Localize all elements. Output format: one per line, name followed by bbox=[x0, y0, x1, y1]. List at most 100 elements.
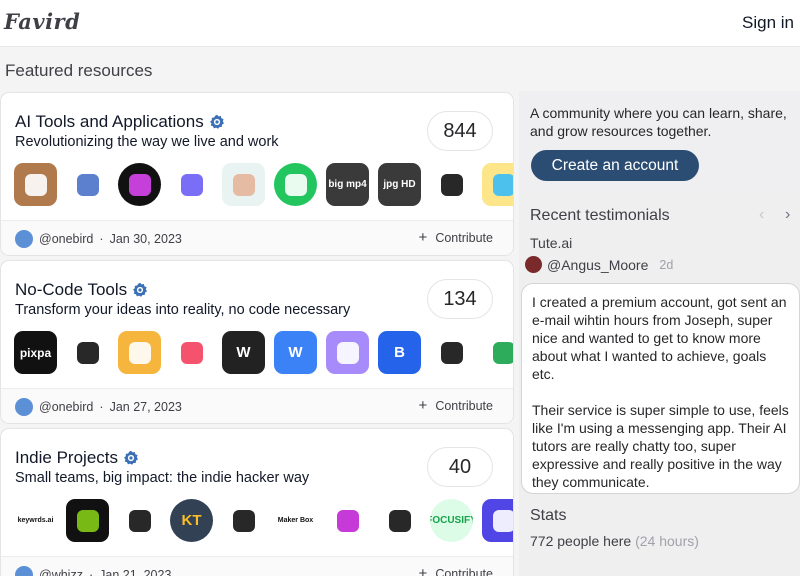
separator-dot-icon: · bbox=[99, 232, 104, 246]
big-mp4-icon[interactable]: big mp4 bbox=[326, 163, 369, 206]
avatar bbox=[15, 566, 33, 576]
focusify-bolt-icon[interactable]: FOCUSIFY bbox=[430, 499, 473, 542]
keywrds-ai-icon[interactable]: keywrds.ai bbox=[14, 499, 57, 542]
contribute-label: Contribute bbox=[435, 399, 493, 413]
contribute-button[interactable]: + Contribute bbox=[418, 565, 493, 576]
card-subtitle: Revolutionizing the way we live and work bbox=[15, 134, 279, 150]
card-subtitle: Small teams, big impact: the indie hacke… bbox=[15, 470, 310, 486]
card-footer: @onebird · Jan 27, 2023 + Contribute bbox=[1, 388, 513, 423]
card-title[interactable]: No-Code Tools bbox=[15, 280, 148, 300]
mountain-m-icon[interactable] bbox=[118, 499, 161, 542]
icon-label: big mp4 bbox=[328, 178, 367, 190]
card-subtitle: Transform your ideas into reality, no co… bbox=[15, 302, 351, 318]
community-tagline: A community where you can learn, share, … bbox=[530, 105, 787, 139]
resource-card[interactable]: No-Code Tools Transform your ideas into r… bbox=[0, 260, 514, 424]
maker-box-icon[interactable]: Maker Box bbox=[274, 499, 317, 542]
icon-label: pixpa bbox=[19, 345, 52, 360]
broken-link-icon[interactable] bbox=[430, 331, 473, 374]
separator-dot-icon: · bbox=[88, 568, 94, 576]
testimonial-username: @Angus_Moore bbox=[547, 256, 649, 273]
webflow-w-icon[interactable]: W bbox=[222, 331, 265, 374]
resource-card[interactable]: Indie Projects Small teams, big impact: t… bbox=[0, 428, 514, 576]
icon-label: W bbox=[288, 344, 303, 361]
card-title[interactable]: AI Tools and Applications bbox=[15, 112, 225, 132]
pinwheel-icon[interactable] bbox=[170, 331, 213, 374]
green-face-icon[interactable] bbox=[274, 163, 317, 206]
post-date: Jan 30, 2023 bbox=[109, 232, 182, 246]
chain-link-icon[interactable] bbox=[482, 499, 513, 542]
contribute-label: Contribute bbox=[435, 567, 493, 576]
wave-chart-icon[interactable] bbox=[66, 163, 109, 206]
avatar bbox=[525, 256, 542, 273]
separator-dot-icon: · bbox=[99, 400, 104, 414]
app-screens-icon[interactable] bbox=[326, 331, 369, 374]
resource-count-badge[interactable]: 40 bbox=[427, 447, 493, 487]
card-author[interactable]: @whizz · Jan 21, 2023 bbox=[15, 566, 171, 576]
logo[interactable]: Favird bbox=[4, 9, 80, 34]
testimonial-age: 2d bbox=[659, 257, 674, 272]
lightning-icon[interactable] bbox=[118, 331, 161, 374]
card-footer: @onebird · Jan 30, 2023 + Contribute bbox=[1, 220, 513, 255]
magenta-blob-icon[interactable] bbox=[326, 499, 369, 542]
author-name: @whizz bbox=[39, 568, 83, 576]
wix-w-icon[interactable]: W bbox=[274, 331, 317, 374]
pixpa-icon[interactable]: pixpa bbox=[14, 331, 57, 374]
card-title[interactable]: Indie Projects bbox=[15, 448, 139, 468]
resource-card[interactable]: AI Tools and Applications Revolutionizing… bbox=[0, 92, 514, 256]
stats-people: 772 people here bbox=[530, 533, 632, 549]
paint-brush-icon[interactable] bbox=[118, 163, 161, 206]
resource-count-badge[interactable]: 844 bbox=[427, 111, 493, 151]
sign-in-link[interactable]: Sign in bbox=[742, 13, 794, 33]
stats-line: 772 people here (24 hours) bbox=[530, 533, 699, 549]
green-gear-icon[interactable] bbox=[66, 499, 109, 542]
card-footer: @whizz · Jan 21, 2023 + Contribute bbox=[1, 556, 513, 576]
stats-heading: Stats bbox=[530, 507, 567, 524]
resource-icons: keywrds.ai KT Maker Box FOCUSIFY bbox=[14, 499, 513, 542]
portrait-photo-icon[interactable] bbox=[14, 163, 57, 206]
plus-icon: + bbox=[418, 229, 428, 246]
testimonial-text: I created a premium account, got sent an… bbox=[532, 294, 787, 382]
verified-badge-icon bbox=[209, 114, 224, 129]
resource-count-badge[interactable]: 134 bbox=[427, 279, 493, 319]
post-date: Jan 21, 2023 bbox=[99, 568, 172, 576]
bookmark-b-icon[interactable]: B bbox=[378, 331, 421, 374]
card-title-text: Indie Projects bbox=[15, 448, 118, 467]
icon-label: W bbox=[236, 344, 251, 361]
top-bar: Favird Sign in bbox=[0, 0, 800, 47]
anime-character-icon[interactable] bbox=[482, 163, 513, 206]
testimonial-source[interactable]: Tute.ai bbox=[530, 235, 572, 251]
plus-icon: + bbox=[418, 565, 428, 576]
bird-bicycle-icon[interactable] bbox=[378, 499, 421, 542]
circles-logo-icon[interactable] bbox=[66, 331, 109, 374]
resource-icons: big mp4 jpg HD bbox=[14, 163, 513, 206]
sidebar: A community where you can learn, share, … bbox=[519, 91, 800, 576]
avatar bbox=[15, 398, 33, 416]
card-author[interactable]: @onebird · Jan 30, 2023 bbox=[15, 230, 182, 248]
contribute-label: Contribute bbox=[435, 231, 493, 245]
contribute-button[interactable]: + Contribute bbox=[418, 229, 493, 246]
testimonial-author[interactable]: @Angus_Moore 2d bbox=[525, 256, 673, 273]
recent-testimonials-heading: Recent testimonials bbox=[530, 207, 670, 224]
card-title-text: No-Code Tools bbox=[15, 280, 128, 299]
plus-icon: + bbox=[418, 397, 428, 414]
stats-period: (24 hours) bbox=[635, 533, 699, 549]
green-swoosh-icon[interactable] bbox=[482, 331, 513, 374]
jpg-hd-icon[interactable]: jpg HD bbox=[378, 163, 421, 206]
kt-logo-icon[interactable]: KT bbox=[170, 499, 213, 542]
author-name: @onebird bbox=[39, 232, 94, 246]
contribute-button[interactable]: + Contribute bbox=[418, 397, 493, 414]
icon-label: KT bbox=[181, 512, 202, 529]
eraser-icon[interactable] bbox=[430, 163, 473, 206]
purple-shape-icon[interactable] bbox=[170, 163, 213, 206]
avatar bbox=[15, 230, 33, 248]
chevron-right-icon[interactable]: › bbox=[785, 206, 790, 224]
author-name: @onebird bbox=[39, 400, 94, 414]
featured-resources-heading: Featured resources bbox=[5, 61, 153, 80]
create-account-button[interactable]: Create an account bbox=[531, 150, 699, 181]
signup-callout: A community where you can learn, share, … bbox=[519, 91, 800, 191]
card-author[interactable]: @onebird · Jan 27, 2023 bbox=[15, 398, 182, 416]
chess-knight-icon[interactable] bbox=[222, 499, 265, 542]
face-scan-icon[interactable] bbox=[222, 163, 265, 206]
icon-label: B bbox=[394, 344, 405, 361]
chevron-left-icon[interactable]: ‹ bbox=[759, 206, 764, 224]
